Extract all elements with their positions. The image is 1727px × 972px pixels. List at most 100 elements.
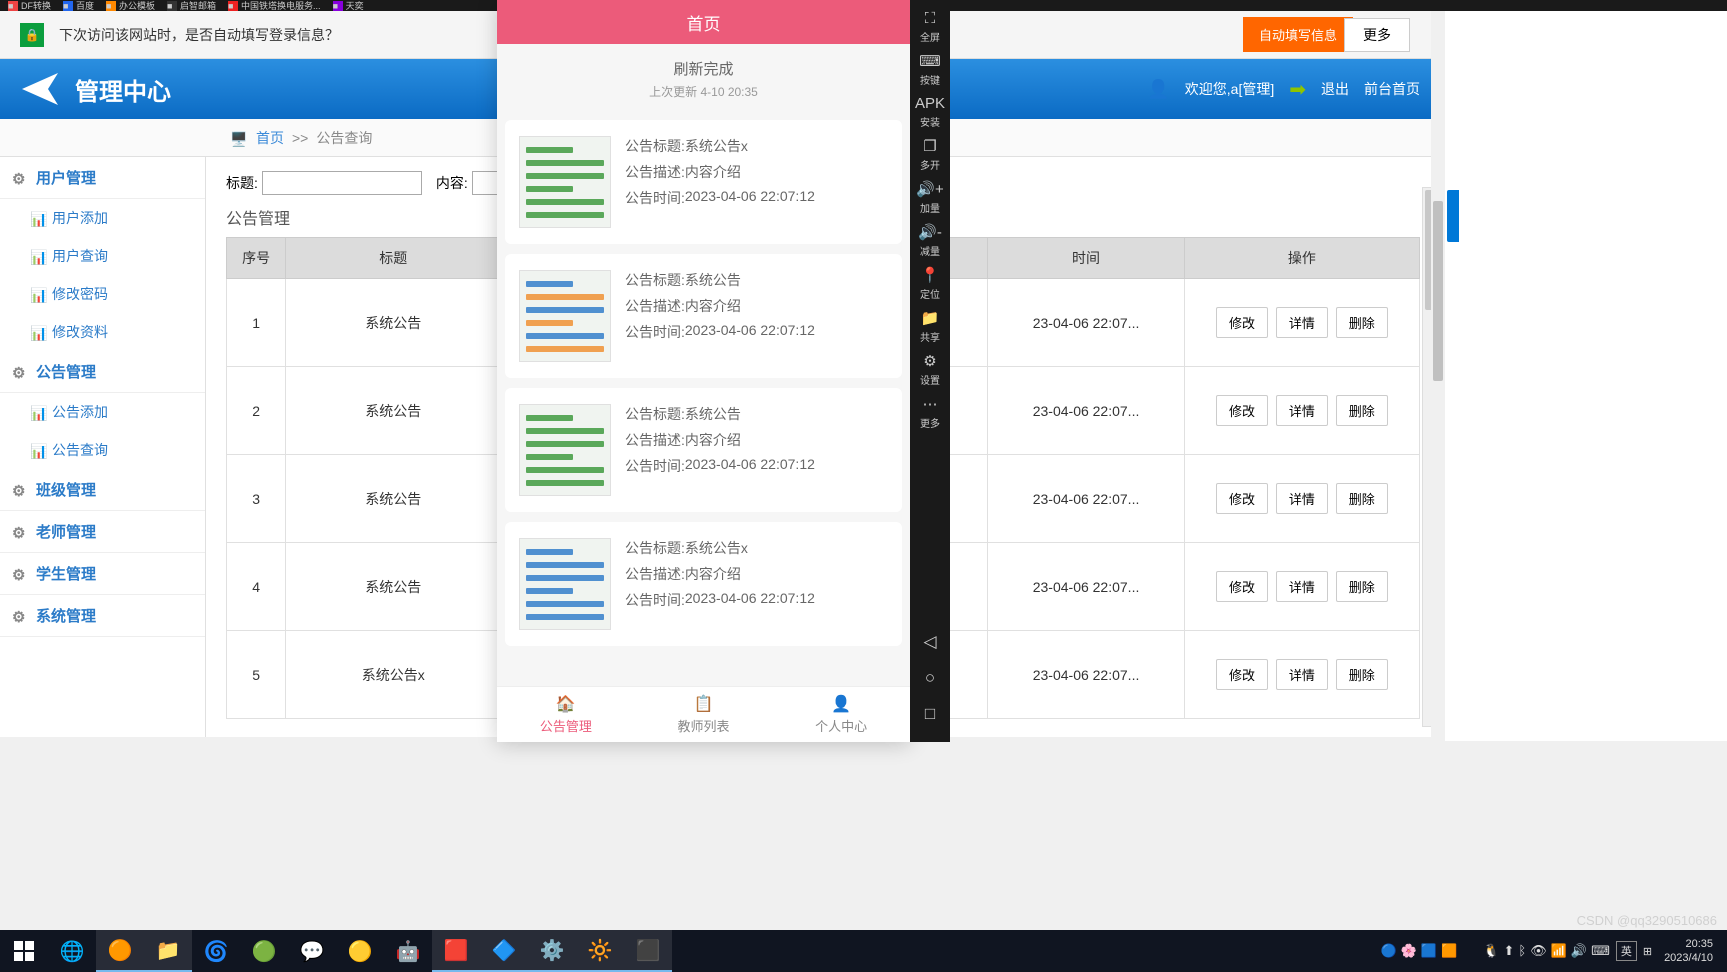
tray-icon[interactable]: ⬆ — [1503, 943, 1514, 959]
sidebar-item-change-pwd[interactable]: 📊修改密码 — [0, 275, 205, 313]
cell-ops: 修改 详情 删除 — [1184, 455, 1419, 543]
tray-icon[interactable]: 🟦 — [1421, 943, 1437, 959]
tray-keyboard-icon[interactable]: ⌨ — [1591, 943, 1610, 959]
taskbar-app-green[interactable]: 🟢 — [240, 930, 288, 972]
taskbar-app-red[interactable]: 🟥 — [432, 930, 480, 972]
breadcrumb-home[interactable]: 首页 — [256, 128, 284, 148]
nav-back-icon[interactable]: ◁ — [923, 632, 936, 652]
emulator-icon: ⌨ — [919, 52, 941, 70]
emulator-button-设置[interactable]: ⚙设置 — [912, 348, 948, 391]
th-title: 标题 — [286, 238, 501, 279]
tab-notice[interactable]: 🏠公告管理 — [497, 687, 635, 742]
mobile-card[interactable]: 公告标题: 系统公告x 公告描述: 内容介绍 公告时间: 2023-04-06 … — [505, 120, 902, 244]
start-button[interactable] — [0, 930, 48, 972]
edit-button[interactable]: 修改 — [1216, 571, 1268, 602]
gear-icon: ⚙ — [12, 608, 28, 624]
sidebar-group-class[interactable]: ⚙班级管理 — [0, 469, 205, 511]
sidebar-group-system[interactable]: ⚙系统管理 — [0, 595, 205, 637]
sidebar-item-change-profile[interactable]: 📊修改资料 — [0, 313, 205, 351]
emulator-button-定位[interactable]: 📍定位 — [912, 262, 948, 305]
taskbar-app-chat[interactable]: 💬 — [288, 930, 336, 972]
taskbar-clock[interactable]: 20:35 2023/4/10 — [1658, 937, 1719, 966]
delete-button[interactable]: 删除 — [1336, 395, 1388, 426]
mobile-card[interactable]: 公告标题: 系统公告x 公告描述: 内容介绍 公告时间: 2023-04-06 … — [505, 522, 902, 646]
search-title-input[interactable] — [262, 171, 422, 195]
autofill-button[interactable]: 自动填写信息 — [1243, 17, 1353, 52]
logout-link[interactable]: 退出 — [1321, 79, 1349, 99]
page-scrollbar[interactable] — [1431, 11, 1445, 741]
edit-button[interactable]: 修改 — [1216, 307, 1268, 338]
sidebar-group-users[interactable]: ⚙用户管理 — [0, 157, 205, 199]
tray-icon[interactable]: 🟧 — [1441, 943, 1457, 959]
front-link[interactable]: 前台首页 — [1364, 79, 1420, 99]
mobile-refresh-status: 刷新完成 上次更新 4-10 20:35 — [497, 44, 910, 110]
emulator-button-共享[interactable]: 📁共享 — [912, 305, 948, 348]
mobile-header: 首页 — [497, 0, 910, 44]
detail-button[interactable]: 详情 — [1276, 395, 1328, 426]
detail-button[interactable]: 详情 — [1276, 307, 1328, 338]
emulator-button-减量[interactable]: 🔊-减量 — [912, 219, 948, 262]
gear-icon: ⚙ — [12, 482, 28, 498]
tray-icon[interactable]: 🔵 — [1381, 943, 1397, 959]
nav-recent-icon[interactable]: □ — [925, 704, 935, 724]
taskbar-app-browser[interactable]: 🟠 — [96, 930, 144, 972]
sidebar-group-student[interactable]: ⚙学生管理 — [0, 553, 205, 595]
tab-teacher[interactable]: 📋教师列表 — [635, 687, 773, 742]
tray-icon[interactable]: 🌸 — [1401, 943, 1417, 959]
ime-indicator[interactable]: 英 — [1616, 941, 1637, 961]
tab-profile[interactable]: 👤个人中心 — [772, 687, 910, 742]
taskbar-app-explorer[interactable]: 📁 — [144, 930, 192, 972]
sidebar-item-notice-query[interactable]: 📊公告查询 — [0, 431, 205, 469]
detail-button[interactable]: 详情 — [1276, 659, 1328, 690]
tray-bluetooth-icon[interactable]: ᛒ — [1518, 943, 1526, 959]
sidebar-item-notice-add[interactable]: 📊公告添加 — [0, 393, 205, 431]
taskbar-app-360[interactable]: 🟡 — [336, 930, 384, 972]
tray-network-icon[interactable]: 👁 — [1530, 943, 1547, 959]
mobile-card[interactable]: 公告标题: 系统公告 公告描述: 内容介绍 公告时间: 2023-04-06 2… — [505, 388, 902, 512]
tree-icon: 📊 — [30, 405, 44, 419]
edit-button[interactable]: 修改 — [1216, 395, 1268, 426]
taskbar-app-sun[interactable]: 🔆 — [576, 930, 624, 972]
edit-button[interactable]: 修改 — [1216, 659, 1268, 690]
taskbar-app-ie[interactable]: 🌐 — [48, 930, 96, 972]
tray-icon[interactable]: 🐧 — [1483, 943, 1499, 959]
emulator-button-多开[interactable]: ❐多开 — [912, 133, 948, 176]
sidebar-group-notice[interactable]: ⚙公告管理 — [0, 351, 205, 393]
emulator-icon: ⛶ — [925, 10, 936, 27]
tray-wifi-icon[interactable]: 📶 — [1551, 943, 1567, 959]
sidebar-group-teacher[interactable]: ⚙老师管理 — [0, 511, 205, 553]
delete-button[interactable]: 删除 — [1336, 307, 1388, 338]
card-title-label: 公告标题: — [625, 270, 685, 290]
taskbar-app-terminal[interactable]: ⬛ — [624, 930, 672, 972]
detail-button[interactable]: 详情 — [1276, 571, 1328, 602]
emulator-button-安装[interactable]: APK安装 — [912, 91, 948, 133]
welcome-text: 欢迎您,a[管理] — [1185, 79, 1274, 99]
taskbar-app-cube[interactable]: 🔷 — [480, 930, 528, 972]
taskbar-app-gear[interactable]: ⚙️ — [528, 930, 576, 972]
card-thumbnail — [519, 136, 611, 228]
sidebar-item-user-query[interactable]: 📊用户查询 — [0, 237, 205, 275]
taskbar-app-edge[interactable]: 🌀 — [192, 930, 240, 972]
edit-button[interactable]: 修改 — [1216, 483, 1268, 514]
sidebar-item-user-add[interactable]: 📊用户添加 — [0, 199, 205, 237]
mobile-list[interactable]: 公告标题: 系统公告x 公告描述: 内容介绍 公告时间: 2023-04-06 … — [497, 110, 910, 686]
delete-button[interactable]: 删除 — [1336, 659, 1388, 690]
mobile-card[interactable]: 公告标题: 系统公告 公告描述: 内容介绍 公告时间: 2023-04-06 2… — [505, 254, 902, 378]
ime-grid-icon[interactable]: ⊞ — [1643, 945, 1652, 958]
scroll-handle[interactable] — [1447, 190, 1459, 242]
tree-icon: 📊 — [30, 443, 44, 457]
more-button[interactable]: 更多 — [1344, 18, 1410, 52]
delete-button[interactable]: 删除 — [1336, 571, 1388, 602]
emulator-button-全屏[interactable]: ⛶全屏 — [912, 6, 948, 48]
emulator-button-加量[interactable]: 🔊+加量 — [912, 176, 948, 219]
delete-button[interactable]: 删除 — [1336, 483, 1388, 514]
detail-button[interactable]: 详情 — [1276, 483, 1328, 514]
cell-seq: 3 — [227, 455, 286, 543]
cell-seq: 2 — [227, 367, 286, 455]
tray-volume-icon[interactable]: 🔊 — [1571, 943, 1587, 959]
taskbar-app-as[interactable]: 🤖 — [384, 930, 432, 972]
person-icon: 👤 — [831, 694, 851, 714]
nav-home-icon[interactable]: ○ — [925, 668, 935, 688]
emulator-button-按键[interactable]: ⌨按键 — [912, 48, 948, 91]
emulator-button-更多[interactable]: ⋯更多 — [912, 391, 948, 434]
